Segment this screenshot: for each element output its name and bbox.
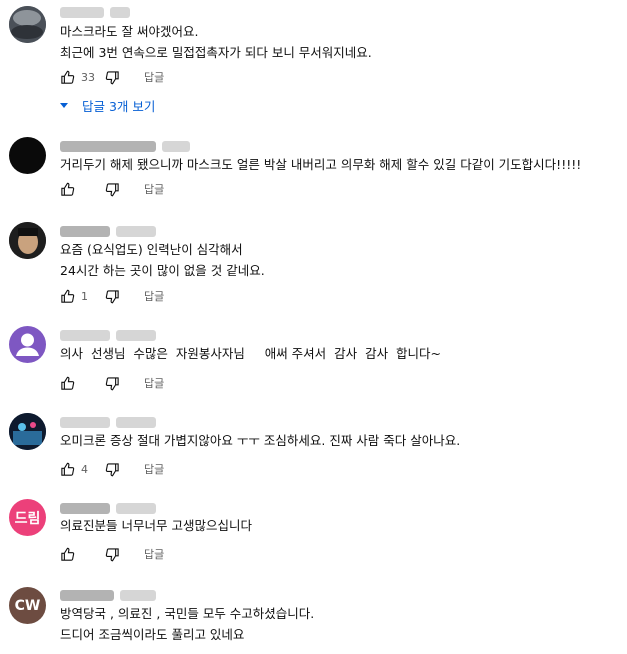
author-name-redacted[interactable] <box>60 226 156 237</box>
like-count: 33 <box>81 70 95 84</box>
reply-button[interactable]: 답글 <box>144 375 164 391</box>
reply-button[interactable]: 답글 <box>144 546 164 562</box>
avatar-image-icon <box>9 222 46 259</box>
comment-text: 마스크라도 잘 써야겠어요. 최근에 3번 연속으로 밀접접촉자가 되다 보니 무… <box>60 24 372 60</box>
like-icon[interactable] <box>60 70 75 85</box>
avatar-image-icon <box>9 6 46 43</box>
comment-text: 오미크론 증상 절대 가볍지않아요 ㅜㅜ 조심하세요. 진짜 사람 죽다 살아나… <box>60 433 461 448</box>
default-avatar-icon <box>16 333 39 356</box>
reply-button[interactable]: 답글 <box>144 461 164 477</box>
avatar[interactable] <box>9 413 46 450</box>
avatar[interactable] <box>9 137 46 174</box>
like-icon[interactable] <box>60 462 75 477</box>
author-name-redacted[interactable] <box>60 7 132 18</box>
author-name-redacted[interactable] <box>60 141 190 152</box>
dislike-icon[interactable] <box>105 182 120 197</box>
comment-text: 요즘 (요식업도) 인력난이 심각해서 24시간 하는 곳이 많이 없을 것 같네… <box>60 242 265 278</box>
avatar[interactable]: 드림 <box>9 499 46 536</box>
comment-text: 거리두기 해제 됐으니까 마스크도 얼른 박살 내버리고 의무화 해제 할수 있… <box>60 157 582 172</box>
author-name-redacted[interactable] <box>60 330 156 341</box>
avatar[interactable] <box>9 326 46 363</box>
view-replies-label: 답글 3개 보기 <box>82 99 156 114</box>
like-icon[interactable] <box>60 376 75 391</box>
dislike-icon[interactable] <box>105 547 120 562</box>
dislike-icon[interactable] <box>105 376 120 391</box>
like-count: 1 <box>81 289 88 303</box>
reply-button[interactable]: 답글 <box>144 181 164 197</box>
expand-arrow-icon <box>60 103 68 108</box>
comment-text: 의사 선생님 수많은 자원봉사자님 애써 주셔서 감사 감사 합니다~ <box>60 346 441 361</box>
avatar-image-icon <box>9 413 46 450</box>
like-icon[interactable] <box>60 289 75 304</box>
author-name-redacted[interactable] <box>60 417 156 428</box>
dislike-icon[interactable] <box>105 70 120 85</box>
dislike-icon[interactable] <box>105 462 120 477</box>
view-replies-button[interactable]: 답글 3개 보기 <box>60 96 155 115</box>
avatar[interactable]: CW <box>9 587 46 624</box>
avatar-initials: 드림 <box>14 510 41 527</box>
avatar[interactable] <box>9 6 46 43</box>
like-count: 4 <box>81 462 88 476</box>
author-name-redacted[interactable] <box>60 590 156 601</box>
like-icon[interactable] <box>60 547 75 562</box>
reply-button[interactable]: 답글 <box>144 69 164 85</box>
comment-text: 의료진분들 너무너무 고생많으십니다 <box>60 518 252 533</box>
like-icon[interactable] <box>60 182 75 197</box>
author-name-redacted[interactable] <box>60 503 156 514</box>
reply-button[interactable]: 답글 <box>144 288 164 304</box>
avatar[interactable] <box>9 222 46 259</box>
dislike-icon[interactable] <box>105 289 120 304</box>
avatar-initials: CW <box>14 597 41 614</box>
comment-text: 방역당국 , 의료진 , 국민들 모두 수고하셨습니다. 드디어 조금씩이라도 풀… <box>60 606 315 642</box>
